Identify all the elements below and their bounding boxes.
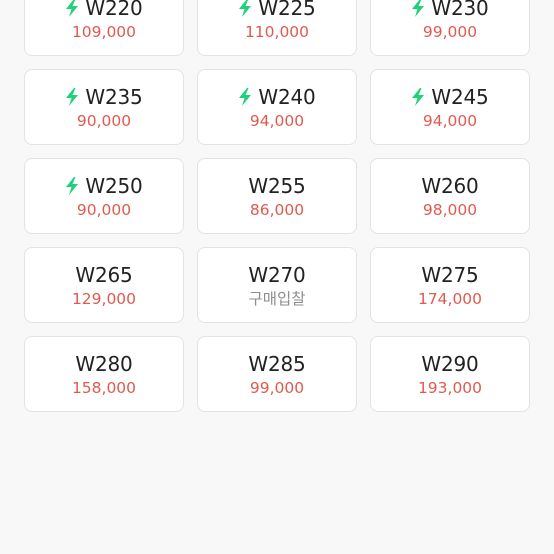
size-label: W235 (85, 84, 143, 109)
size-row: W265 (75, 262, 132, 288)
lightning-bolt-icon (65, 0, 79, 17)
size-label: W265 (75, 262, 133, 287)
price-label: 129,000 (71, 289, 137, 308)
price-label: 90,000 (76, 111, 132, 130)
size-option-card[interactable]: W220 109,000 (24, 0, 184, 56)
size-option-card[interactable]: W285 99,000 (197, 336, 357, 412)
size-label: W285 (248, 351, 306, 376)
size-label: W290 (421, 351, 479, 376)
size-row: W250 (65, 173, 143, 199)
lightning-bolt-icon (411, 87, 425, 106)
size-option-card[interactable]: W230 99,000 (370, 0, 530, 56)
size-label: W280 (75, 351, 133, 376)
size-option-card[interactable]: W280 158,000 (24, 336, 184, 412)
size-row: W260 (421, 173, 478, 199)
size-option-card[interactable]: W290 193,000 (370, 336, 530, 412)
size-label: W260 (421, 173, 479, 198)
size-label: W275 (421, 262, 479, 287)
size-option-card[interactable]: W255 86,000 (197, 158, 357, 234)
price-label: 98,000 (422, 200, 478, 219)
lightning-bolt-icon (65, 87, 79, 106)
size-label: W240 (258, 84, 316, 109)
size-price-grid: W220 109,000 W225 110,000 W230 99,000 W235 90,0… (24, 0, 530, 412)
size-label: W230 (431, 0, 489, 20)
price-label: 110,000 (244, 22, 310, 41)
price-label: 158,000 (71, 378, 137, 397)
size-label: W255 (248, 173, 306, 198)
size-label: W245 (431, 84, 489, 109)
size-option-card[interactable]: W275 174,000 (370, 247, 530, 323)
size-option-card[interactable]: W265 129,000 (24, 247, 184, 323)
size-row: W290 (421, 351, 478, 377)
size-row: W255 (248, 173, 305, 199)
lightning-bolt-icon (65, 176, 79, 195)
size-option-card[interactable]: W250 90,000 (24, 158, 184, 234)
price-label: 109,000 (71, 22, 137, 41)
lightning-bolt-icon (238, 0, 252, 17)
size-option-card[interactable]: W225 110,000 (197, 0, 357, 56)
size-option-card[interactable]: W245 94,000 (370, 69, 530, 145)
size-row: W220 (65, 0, 143, 21)
size-option-card[interactable]: W235 90,000 (24, 69, 184, 145)
price-label: 94,000 (249, 111, 305, 130)
size-option-card[interactable]: W260 98,000 (370, 158, 530, 234)
price-label: 99,000 (249, 378, 305, 397)
size-label: W250 (85, 173, 143, 198)
bid-label: 구매입찰 (248, 289, 306, 308)
size-row: W230 (411, 0, 489, 21)
price-label: 174,000 (417, 289, 483, 308)
size-row: W240 (238, 84, 316, 110)
price-label: 99,000 (422, 22, 478, 41)
price-label: 193,000 (417, 378, 483, 397)
price-label: 90,000 (76, 200, 132, 219)
size-row: W280 (75, 351, 132, 377)
size-option-card[interactable]: W240 94,000 (197, 69, 357, 145)
lightning-bolt-icon (411, 0, 425, 17)
price-label: 94,000 (422, 111, 478, 130)
size-row: W245 (411, 84, 489, 110)
size-label: W220 (85, 0, 143, 20)
size-label: W225 (258, 0, 316, 20)
size-row: W225 (238, 0, 316, 21)
size-row: W275 (421, 262, 478, 288)
price-label: 86,000 (249, 200, 305, 219)
lightning-bolt-icon (238, 87, 252, 106)
size-option-card[interactable]: W270 구매입찰 (197, 247, 357, 323)
size-row: W270 (248, 262, 305, 288)
size-row: W285 (248, 351, 305, 377)
size-label: W270 (248, 262, 306, 287)
size-row: W235 (65, 84, 143, 110)
